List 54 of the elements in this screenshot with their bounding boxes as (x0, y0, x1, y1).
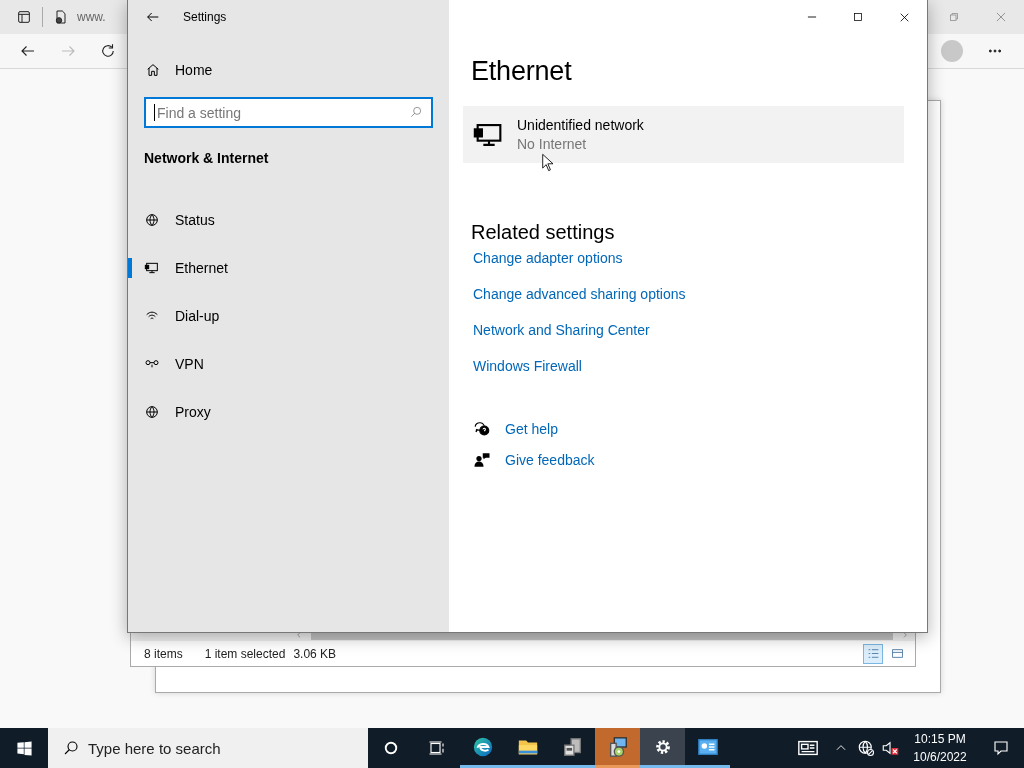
help-link[interactable]: Give feedback (505, 452, 595, 468)
chat-bubble-icon (992, 739, 1010, 757)
settings-link[interactable]: Windows Firewall (473, 358, 582, 374)
windows-logo-icon (15, 739, 33, 757)
monitor-icon (144, 260, 160, 276)
globe-icon (857, 739, 875, 757)
taskbar-search-field[interactable]: Type here to search (48, 728, 368, 768)
clock-date: 10/6/2022 (913, 750, 967, 764)
page-title: Ethernet (471, 56, 573, 87)
settings-link[interactable]: Change adapter options (473, 250, 623, 266)
search-field[interactable]: Find a setting (144, 97, 433, 128)
network-name: Unidentified network (517, 117, 644, 133)
nav-item[interactable]: Status (128, 196, 449, 244)
globe-icon (144, 404, 160, 420)
server-icon (561, 735, 584, 758)
tab-actions-icon[interactable] (16, 9, 32, 25)
maximize-icon (852, 11, 864, 23)
nav-item[interactable]: Dial-up (128, 292, 449, 340)
nav-item[interactable]: Proxy (128, 388, 449, 436)
help-icon (473, 420, 491, 438)
nav-item[interactable]: VPN (128, 340, 449, 388)
clock[interactable]: 10:15 PM 10/6/2022 (902, 732, 978, 764)
status-text: 3.06 KB (293, 646, 337, 661)
settings-link[interactable]: Network and Sharing Center (473, 322, 650, 338)
muted-speaker-icon (881, 739, 899, 757)
page-icon (53, 9, 69, 25)
network-status: No Internet (517, 136, 588, 152)
details-view-icon (866, 647, 880, 660)
status-text: 8 items (144, 646, 183, 661)
search-icon (409, 105, 423, 119)
home-icon (145, 62, 161, 78)
network-card[interactable]: Unidentified network No Internet (463, 106, 904, 163)
cursor-icon (541, 153, 553, 172)
picture-view-icon (890, 647, 904, 660)
task-view-icon (428, 739, 446, 757)
help-link[interactable]: Get help (505, 421, 558, 437)
section-heading: Network & Internet (144, 150, 270, 166)
circle-icon (382, 739, 400, 757)
view-button[interactable] (863, 643, 883, 664)
search-icon (62, 739, 80, 757)
settings-link[interactable]: Change advanced sharing options (473, 286, 686, 302)
text-cursor (154, 104, 155, 121)
clock-time: 10:15 PM (914, 732, 966, 746)
tab-title[interactable]: www. (77, 10, 106, 24)
edge-icon (471, 735, 494, 758)
home-nav-item[interactable]: Home (145, 56, 449, 84)
window-title: Settings (183, 10, 227, 24)
section-heading: Related settings (471, 221, 616, 244)
refresh-icon[interactable] (99, 42, 117, 60)
chevron-left-icon[interactable] (295, 631, 303, 639)
feedback-icon (473, 451, 491, 469)
chevron-right-icon[interactable] (901, 631, 909, 639)
globe-icon (144, 212, 160, 228)
status-text: 1 item selected (204, 646, 286, 661)
